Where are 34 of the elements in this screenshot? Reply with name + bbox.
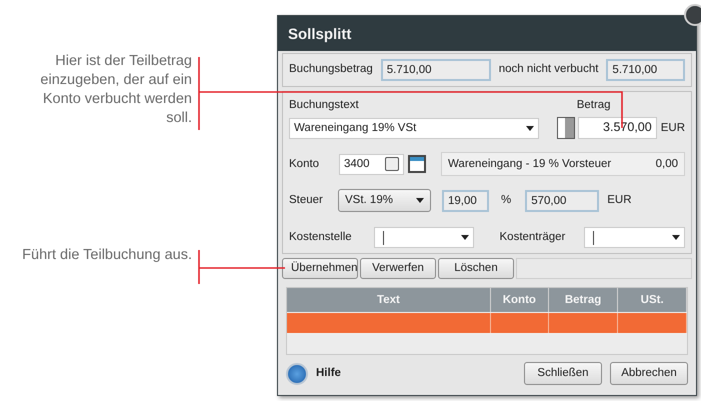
- field-label: Konto: [289, 156, 320, 172]
- dialog-button[interactable]: Schließen: [524, 362, 602, 385]
- tax-dropdown[interactable]: VSt. 19%: [338, 189, 431, 212]
- column-header: USt.: [618, 288, 687, 312]
- field-label: Kostenträger: [500, 230, 566, 246]
- account-field[interactable]: 3400: [339, 154, 404, 175]
- action-button[interactable]: Löschen: [438, 258, 514, 280]
- field-label: Kostenstelle: [289, 230, 353, 246]
- column-header: Konto: [490, 288, 549, 312]
- tax-amount-field: 570,00: [525, 190, 600, 212]
- field-label: Betrag: [576, 98, 611, 113]
- field-label: Steuer: [289, 193, 324, 208]
- dialog-button[interactable]: Abbrechen: [610, 362, 688, 385]
- booking-text-dropdown[interactable]: Wareneingang 19% VSt: [289, 118, 539, 139]
- amount-input[interactable]: 3.570,00: [578, 117, 657, 140]
- help-link[interactable]: Hilfe: [316, 364, 341, 382]
- percent-label: %: [501, 193, 512, 208]
- column-header: Betrag: [548, 288, 618, 312]
- dialog-title: Sollsplitt: [278, 16, 696, 51]
- currency-label: EUR: [607, 193, 632, 208]
- field-label: Buchungstext: [289, 98, 359, 113]
- open-amount-field: 5.710,00: [606, 59, 685, 81]
- callout-text: Hier ist der Teilbetrag einzugeben, der auf ein Konto verbucht werden soll.: [39, 52, 193, 128]
- account-description: Wareneingang - 19 % Vorsteuer: [448, 157, 612, 172]
- currency-label: EUR: [660, 120, 685, 136]
- tax-rate-field: 19,00: [442, 190, 489, 212]
- callout-text: Führt die Teilbuchung aus.: [21, 246, 193, 265]
- amount-field: 5.710,00: [380, 59, 491, 81]
- action-button[interactable]: Übernehmen: [282, 258, 358, 280]
- field-label: Buchungsbetrag: [289, 62, 373, 78]
- account-balance: 0,00: [656, 157, 678, 172]
- column-header: Text: [287, 288, 491, 312]
- action-button[interactable]: Verwerfen: [360, 258, 436, 280]
- field-label: noch nicht verbucht: [498, 62, 598, 78]
